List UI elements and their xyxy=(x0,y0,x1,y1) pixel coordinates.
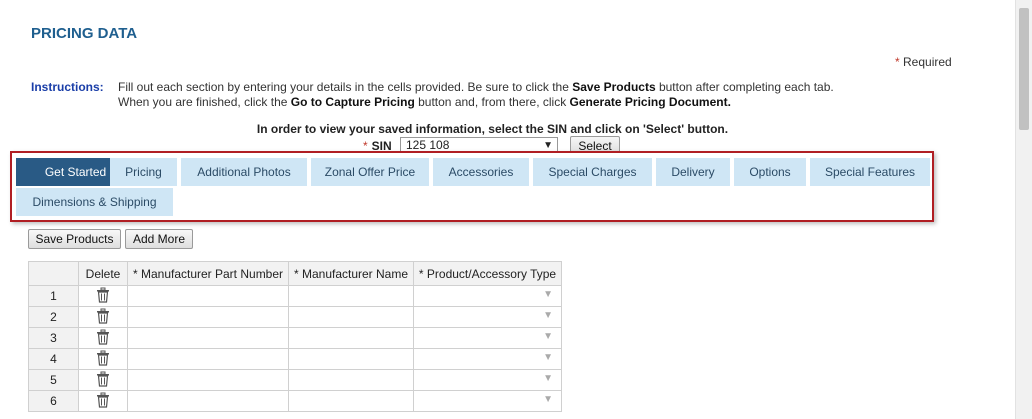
sin-instruction: In order to view your saved information,… xyxy=(256,122,729,136)
grid-header-rownum xyxy=(28,261,79,286)
chevron-down-icon[interactable]: ▼ xyxy=(543,373,553,384)
manufacturer-name-cell[interactable] xyxy=(288,306,414,328)
row-number: 5 xyxy=(28,369,79,391)
table-row: 6 ▼ xyxy=(28,390,562,412)
save-products-button[interactable]: Save Products xyxy=(28,229,121,249)
instructions-line1-pre: Fill out each section by entering your d… xyxy=(118,80,573,94)
row-number: 6 xyxy=(28,390,79,412)
delete-cell[interactable] xyxy=(78,348,128,370)
delete-cell[interactable] xyxy=(78,285,128,307)
products-grid: Delete * Manufacturer Part Number * Manu… xyxy=(28,261,562,412)
product-type-cell[interactable]: ▼ xyxy=(413,369,562,391)
tab-dimensions-shipping[interactable]: Dimensions & Shipping xyxy=(16,188,173,216)
part-number-cell[interactable] xyxy=(127,348,289,370)
chevron-down-icon[interactable]: ▼ xyxy=(543,310,553,321)
sin-selected-value: 125 108 xyxy=(406,138,450,152)
delete-cell[interactable] xyxy=(78,306,128,328)
vertical-scrollbar[interactable] xyxy=(1015,0,1032,419)
tab-accessories[interactable]: Accessories xyxy=(433,158,529,186)
row-number: 3 xyxy=(28,327,79,349)
delete-cell[interactable] xyxy=(78,390,128,412)
instructions-line2-pre: When you are finished, click the xyxy=(118,94,291,109)
grid-header-part-number: * Manufacturer Part Number xyxy=(127,261,289,286)
trash-icon[interactable] xyxy=(96,350,110,366)
row-number: 4 xyxy=(28,348,79,370)
chevron-down-icon[interactable]: ▼ xyxy=(543,352,553,363)
trash-icon[interactable] xyxy=(96,392,110,408)
instructions-capture-pricing: Go to Capture Pricing xyxy=(290,94,415,109)
required-star: * xyxy=(895,55,900,69)
grid-header-product-type: * Product/Accessory Type xyxy=(413,261,562,286)
instructions-label: Instructions: xyxy=(31,80,104,94)
table-row: 5 ▼ xyxy=(28,369,562,391)
table-row: 2 ▼ xyxy=(28,306,562,328)
trash-icon[interactable] xyxy=(96,371,110,387)
product-type-cell[interactable]: ▼ xyxy=(413,390,562,412)
chevron-down-icon[interactable]: ▼ xyxy=(543,331,553,342)
tab-special-charges[interactable]: Special Charges xyxy=(533,158,652,186)
trash-icon[interactable] xyxy=(96,287,110,303)
required-text: Required xyxy=(903,55,952,69)
part-number-cell[interactable] xyxy=(127,390,289,412)
product-type-cell[interactable]: ▼ xyxy=(413,285,562,307)
table-row: 3 ▼ xyxy=(28,327,562,349)
trash-icon[interactable] xyxy=(96,329,110,345)
product-type-cell[interactable]: ▼ xyxy=(413,327,562,349)
manufacturer-name-cell[interactable] xyxy=(288,285,414,307)
delete-cell[interactable] xyxy=(78,327,128,349)
product-type-cell[interactable]: ▼ xyxy=(413,306,562,328)
instructions-generate-doc: Generate Pricing Document. xyxy=(569,94,731,109)
scrollbar-thumb[interactable] xyxy=(1019,8,1029,130)
row-number: 2 xyxy=(28,306,79,328)
grid-header-manufacturer-name: * Manufacturer Name xyxy=(288,261,414,286)
product-type-cell[interactable]: ▼ xyxy=(413,348,562,370)
grid-header-delete: Delete xyxy=(78,261,128,286)
add-more-button[interactable]: Add More xyxy=(125,229,193,249)
instructions-text: Fill out each section by entering your d… xyxy=(118,80,898,109)
tab-delivery[interactable]: Delivery xyxy=(656,158,730,186)
delete-cell[interactable] xyxy=(78,369,128,391)
manufacturer-name-cell[interactable] xyxy=(288,348,414,370)
row-number: 1 xyxy=(28,285,79,307)
trash-icon[interactable] xyxy=(96,308,110,324)
instructions-line2-mid: button and, from there, click xyxy=(414,94,570,109)
chevron-down-icon[interactable]: ▼ xyxy=(543,394,553,405)
table-row: 4 ▼ xyxy=(28,348,562,370)
instructions-line1-post: button after completing each tab. xyxy=(655,80,834,94)
tab-additional-photos[interactable]: Additional Photos xyxy=(181,158,307,186)
grid-header-row: Delete * Manufacturer Part Number * Manu… xyxy=(28,261,562,286)
part-number-cell[interactable] xyxy=(127,369,289,391)
table-row: 1 ▼ xyxy=(28,285,562,307)
manufacturer-name-cell[interactable] xyxy=(288,327,414,349)
manufacturer-name-cell[interactable] xyxy=(288,369,414,391)
instructions-save-products: Save Products xyxy=(572,80,656,94)
part-number-cell[interactable] xyxy=(127,327,289,349)
tab-options[interactable]: Options xyxy=(734,158,806,186)
tab-special-features[interactable]: Special Features xyxy=(810,158,930,186)
required-note: * Required xyxy=(895,55,952,69)
tab-zonal-offer-price[interactable]: Zonal Offer Price xyxy=(311,158,429,186)
page-title: PRICING DATA xyxy=(31,25,138,42)
part-number-cell[interactable] xyxy=(127,285,289,307)
tab-pricing[interactable]: Pricing xyxy=(110,158,177,186)
chevron-down-icon[interactable]: ▼ xyxy=(543,289,553,300)
part-number-cell[interactable] xyxy=(127,306,289,328)
manufacturer-name-cell[interactable] xyxy=(288,390,414,412)
